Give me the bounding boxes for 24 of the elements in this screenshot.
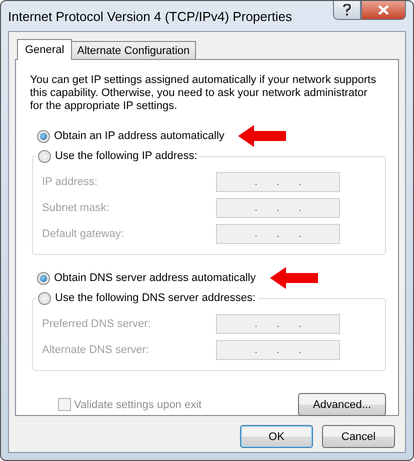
dialog-button[interactable]: OK <box>240 425 313 448</box>
radio-label[interactable]: Obtain an IP address automatically <box>54 130 224 142</box>
field-label: Alternate DNS server: <box>42 344 150 356</box>
advanced-button[interactable]: Advanced... <box>298 393 386 416</box>
radio-label[interactable]: Obtain DNS server address automatically <box>54 272 256 284</box>
radio-button[interactable] <box>37 130 50 142</box>
tab[interactable]: General <box>17 39 72 60</box>
radio-button[interactable] <box>38 292 51 304</box>
window-title: Internet Protocol Version 4 (TCP/IPv4) Properties <box>8 9 293 24</box>
help-icon <box>343 4 351 16</box>
close-icon <box>378 5 389 15</box>
radio-label[interactable]: Use the following DNS server addresses: <box>55 292 256 304</box>
radio-button[interactable] <box>37 272 50 284</box>
close-button[interactable] <box>361 1 406 20</box>
field-label: Subnet mask: <box>42 202 110 214</box>
field-label: Preferred DNS server: <box>42 318 152 330</box>
radio-button[interactable] <box>38 150 51 162</box>
dialog-button[interactable]: Cancel <box>322 425 395 448</box>
field-label: Default gateway: <box>42 228 125 240</box>
help-button[interactable] <box>333 1 361 20</box>
radio-label[interactable]: Use the following IP address: <box>55 150 198 162</box>
tab[interactable]: Alternate Configuration <box>71 41 196 59</box>
description-text: You can get IP settings assigned automatically if your network supports this capability. Otherwise, you need to ask your network administrator for the appropriate IP settings. <box>30 74 378 113</box>
field-label: IP address: <box>42 176 98 188</box>
